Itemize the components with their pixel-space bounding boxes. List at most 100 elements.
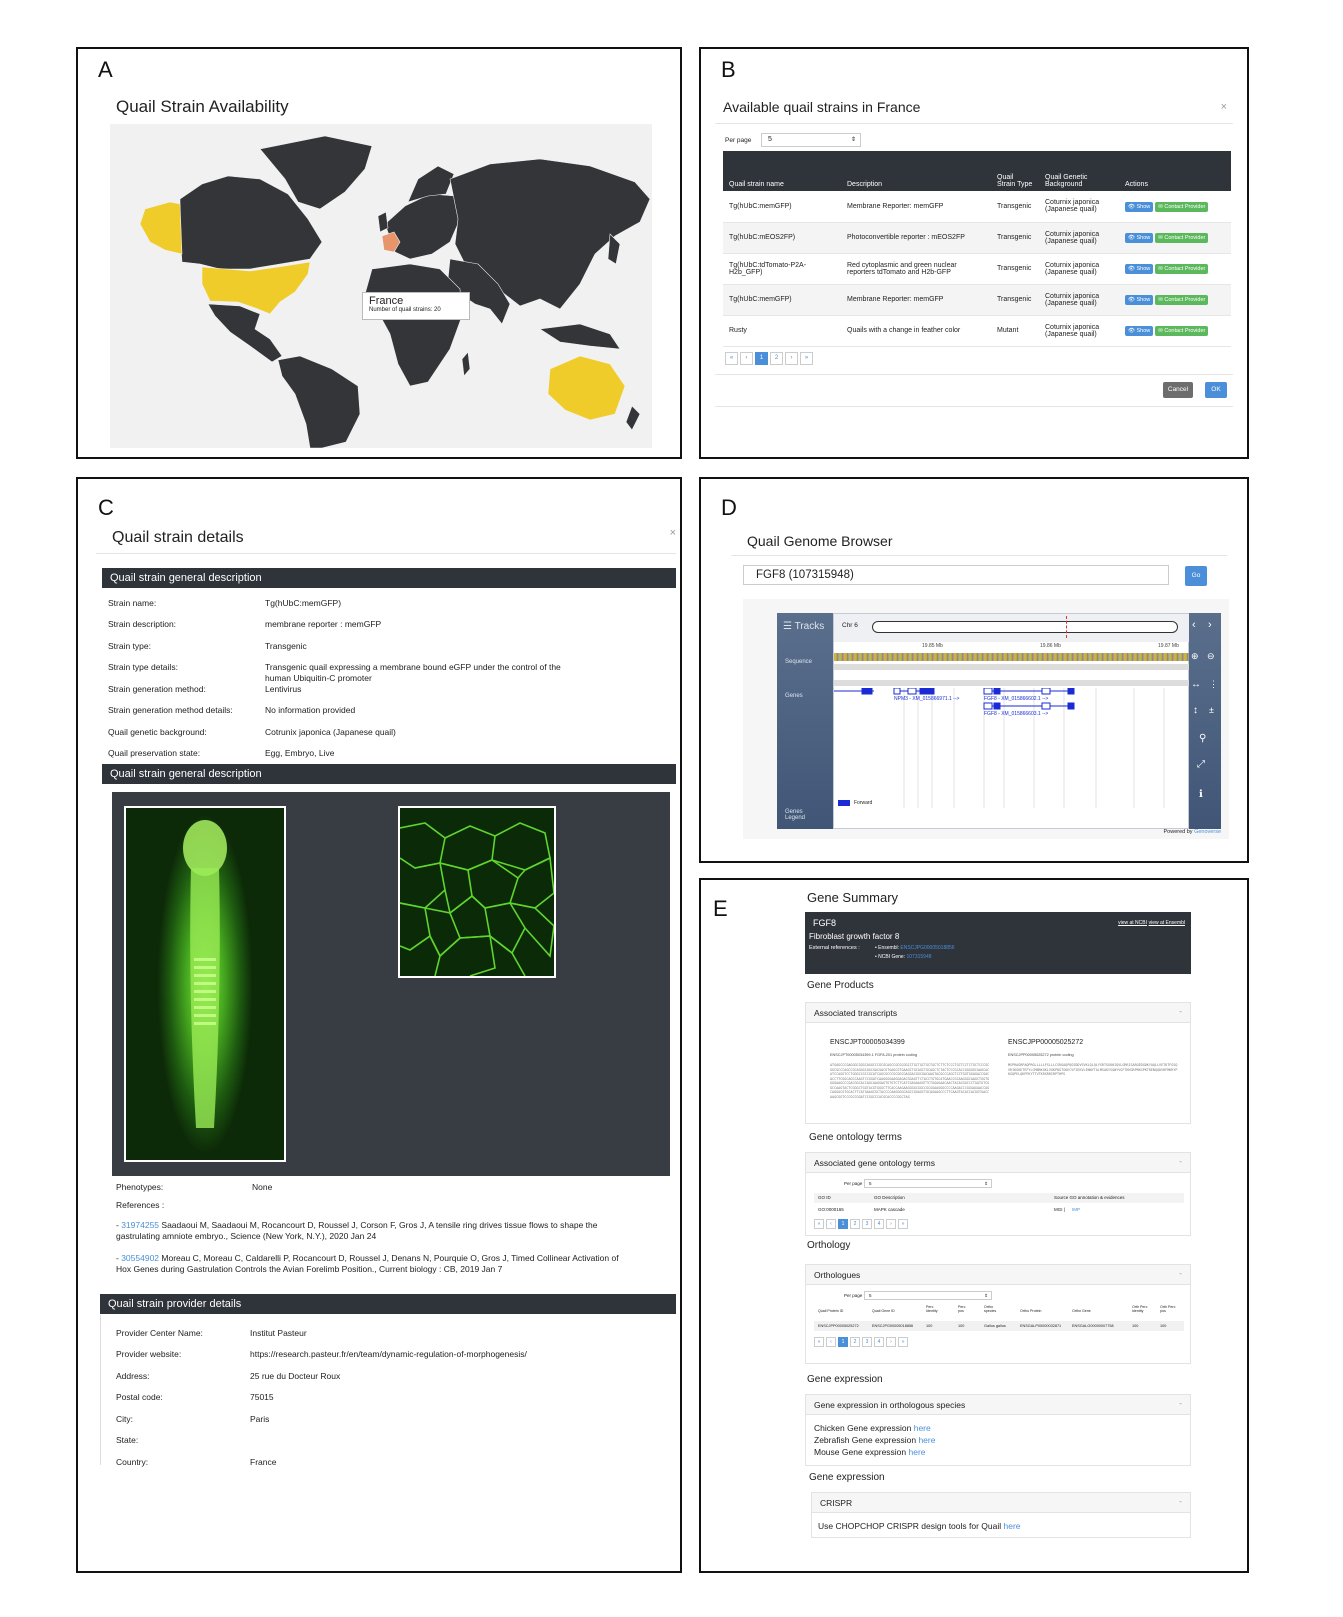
page-2[interactable]: 2 [850, 1337, 860, 1347]
expression-header[interactable]: Gene expression in orthologous species - [806, 1395, 1190, 1415]
cells-image[interactable] [398, 806, 556, 978]
page-1[interactable]: 1 [838, 1337, 848, 1347]
expression-section: Gene expression in orthologous species - … [805, 1394, 1191, 1466]
show-button[interactable]: 👁 Show [1125, 295, 1154, 305]
field-label: Strain generation method: [108, 684, 206, 694]
gene-search-input[interactable]: FGF8 (107315948) [743, 565, 1169, 585]
show-button[interactable]: 👁 Show [1125, 233, 1154, 243]
view-at-ensembl-link[interactable]: view at Ensembl [1149, 920, 1185, 926]
embryo-image[interactable] [124, 806, 286, 1162]
page-first[interactable]: « [814, 1219, 824, 1229]
page-last[interactable]: » [800, 352, 813, 365]
gene-label-fgf8-1[interactable]: FGF8 - XM_015866602.1 --> [984, 696, 1048, 702]
page-3[interactable]: 3 [862, 1337, 872, 1347]
ortho-col[interactable]: Ortho species [984, 1305, 1002, 1313]
mouse-here-link[interactable]: here [909, 1447, 926, 1457]
zoom-out-icon[interactable]: ⊖ [1207, 651, 1215, 662]
page-4[interactable]: 4 [874, 1219, 884, 1229]
ortho-col[interactable]: Orth Perc identity [1132, 1305, 1152, 1313]
ortho-col[interactable]: Ortho Protein [1020, 1309, 1041, 1313]
ortho-col[interactable]: Ortho Gene [1072, 1309, 1091, 1313]
page-first[interactable]: « [814, 1337, 824, 1347]
page-next[interactable]: › [886, 1219, 896, 1229]
contact-provider-button[interactable]: ✉ Contact Provider [1155, 201, 1209, 212]
orthologues-header[interactable]: Orthologues - [806, 1265, 1190, 1285]
scroll-right-icon[interactable]: › [1208, 619, 1212, 631]
page-4[interactable]: 4 [874, 1337, 884, 1347]
contact-provider-button[interactable]: ✉ Contact Provider [1155, 326, 1209, 336]
page-first[interactable]: « [725, 352, 738, 365]
cancel-button[interactable]: Cancel [1163, 382, 1193, 398]
info-icon[interactable]: ℹ [1199, 789, 1203, 800]
resize-icon[interactable]: ↕ [1193, 705, 1198, 716]
ortho-col[interactable]: Orth Perc pos [1160, 1305, 1178, 1313]
col-description[interactable]: Description [841, 151, 991, 191]
go-col-id[interactable]: GO ID [818, 1195, 831, 1200]
page-last[interactable]: » [898, 1219, 908, 1229]
ortho-col[interactable]: Perc pos [958, 1305, 972, 1313]
page-2[interactable]: 2 [770, 352, 783, 365]
transcripts-header[interactable]: Associated transcripts - [806, 1003, 1190, 1023]
col-genetic-background[interactable]: Quail Genetic Background [1039, 151, 1119, 191]
go-col-desc[interactable]: GO Description [874, 1195, 905, 1200]
ortho-col[interactable]: Quail Protein ID [818, 1309, 843, 1313]
contact-provider-button[interactable]: ✉ Contact Provider [1155, 295, 1209, 305]
crispr-here-link[interactable]: here [1004, 1521, 1021, 1531]
zoom-in-icon[interactable]: ⊕ [1191, 651, 1199, 662]
pubmed-link-1[interactable]: 31974255 [121, 1220, 159, 1230]
go-header[interactable]: Associated gene ontology terms - [806, 1153, 1190, 1173]
go-per-page-select[interactable]: 5 ⇕ [864, 1179, 992, 1188]
page-prev[interactable]: ‹ [826, 1337, 836, 1347]
col-strain-name[interactable]: Quail strain name [723, 151, 841, 191]
close-icon[interactable]: × [1221, 101, 1227, 113]
page-3[interactable]: 3 [862, 1219, 872, 1229]
crispr-section: CRISPR - Use CHOPCHOP CRISPR design tools… [811, 1492, 1191, 1538]
ncbi-link[interactable]: 107315948 [907, 954, 932, 960]
provider-website-link[interactable]: https://research.pasteur.fr/en/team/dyna… [250, 1349, 527, 1359]
select-icon[interactable]: ⋮ [1209, 679, 1218, 690]
page-1[interactable]: 1 [755, 352, 768, 365]
page-prev[interactable]: ‹ [826, 1219, 836, 1229]
col-strain-type[interactable]: Quail Strain Type [991, 151, 1039, 191]
page-2[interactable]: 2 [850, 1219, 860, 1229]
ok-button[interactable]: OK [1205, 382, 1227, 398]
cell-name: Tg(hUbC:memGFP) [723, 191, 841, 223]
page-next[interactable]: › [886, 1337, 896, 1347]
map-madagascar [461, 351, 471, 377]
chicken-here-link[interactable]: here [914, 1423, 931, 1433]
fullscreen-icon[interactable]: ⤢ [1197, 759, 1205, 770]
crispr-header[interactable]: CRISPR - [812, 1493, 1190, 1513]
ortho-per-page-select[interactable]: 5 ⇕ [864, 1291, 992, 1300]
contact-provider-button[interactable]: ✉ Contact Provider [1155, 264, 1209, 274]
plus-minus-icon[interactable]: ± [1209, 705, 1214, 715]
show-button[interactable]: 👁 Show [1125, 326, 1154, 336]
legend-forward-swatch [838, 800, 850, 806]
per-page-select[interactable]: 5 ⇕ [761, 133, 861, 147]
drag-icon[interactable]: ↔ [1191, 679, 1201, 690]
show-button[interactable]: 👁 Show [1125, 264, 1154, 274]
scroll-left-icon[interactable]: ‹ [1192, 619, 1196, 631]
ortho-col[interactable]: Perc Identity [926, 1305, 944, 1313]
go-button[interactable]: Go [1185, 566, 1207, 586]
browser-main[interactable]: Chr 6 19.85 Mb 19.86 Mb 19.87 Mb NPM3 - … [833, 613, 1190, 829]
world-map[interactable]: France Number of quail strains: 20 [110, 124, 652, 449]
zebrafish-here-link[interactable]: here [918, 1435, 935, 1445]
go-col-source[interactable]: Source GO annotation & evidences [1054, 1195, 1125, 1200]
page-last[interactable]: » [898, 1337, 908, 1347]
location-icon[interactable]: ⚲ [1199, 733, 1206, 744]
tracks-button[interactable]: ☰ Tracks [783, 621, 824, 632]
page-next[interactable]: › [785, 352, 798, 365]
contact-provider-button[interactable]: ✉ Contact Provider [1155, 233, 1209, 243]
genoverse-link[interactable]: Genoverse [1194, 829, 1221, 835]
ensembl-link[interactable]: ENSCJPG00005018856 [900, 945, 954, 951]
gene-label-npm3[interactable]: NPM3 - XM_015866971.1 --> [894, 696, 959, 702]
gene-label-fgf8-2[interactable]: FGF8 - XM_015866603.1 --> [984, 711, 1048, 717]
show-button[interactable]: 👁 Show [1125, 201, 1154, 212]
go-evidence-link[interactable]: IMP [1072, 1207, 1080, 1212]
page-1[interactable]: 1 [838, 1219, 848, 1229]
pubmed-link-2[interactable]: 30554902 [121, 1253, 159, 1263]
view-at-ncbi-link[interactable]: view at NCBI [1118, 920, 1147, 926]
page-prev[interactable]: ‹ [740, 352, 753, 365]
close-icon[interactable]: × [670, 527, 676, 539]
ortho-col[interactable]: Quail Gene ID [872, 1309, 895, 1313]
